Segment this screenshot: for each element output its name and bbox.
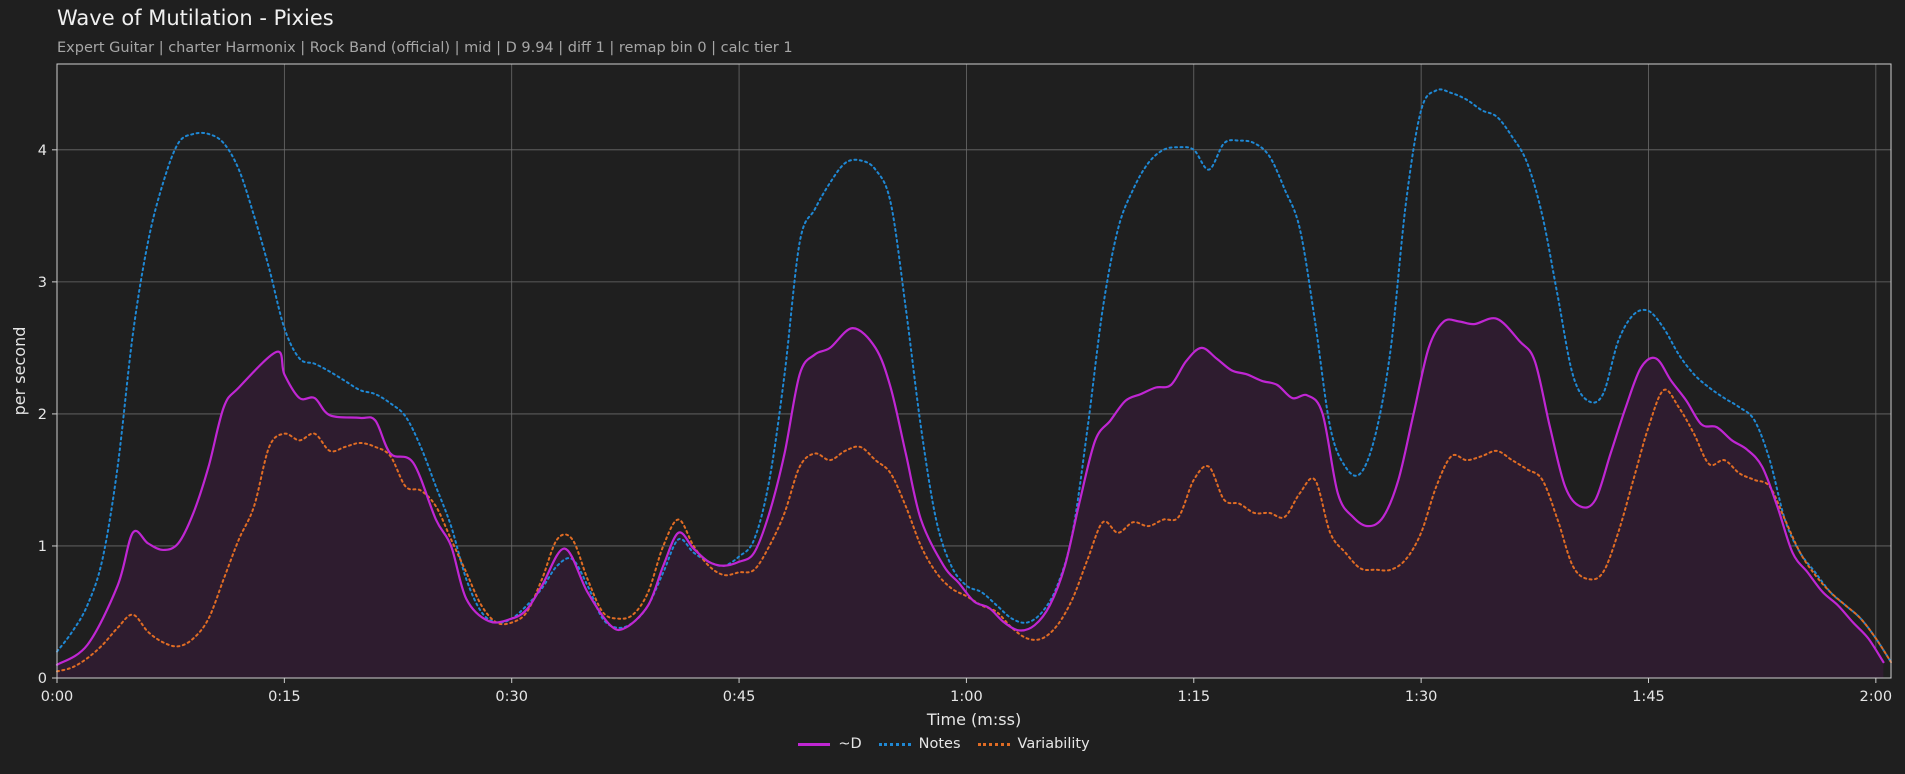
legend: ~D Notes Variability bbox=[0, 736, 1905, 752]
y-tick-label: 4 bbox=[38, 143, 47, 159]
line-chart: 0:00 0:15 0:30 0:45 1:00 1:15 1:30 1:45 2:00 0 1 2… bbox=[10, 63, 1892, 729]
x-tick-label: 1:00 bbox=[950, 689, 983, 705]
y-tick-label: 3 bbox=[38, 275, 47, 291]
x-tick-label: 1:45 bbox=[1632, 689, 1665, 705]
x-tick-label: 0:00 bbox=[41, 689, 74, 705]
x-tick-label: 0:30 bbox=[495, 689, 528, 705]
y-axis-label: per second bbox=[10, 327, 29, 416]
y-tick-label: 2 bbox=[38, 407, 47, 423]
legend-swatch bbox=[977, 742, 1010, 746]
x-tick-label: 2:00 bbox=[1860, 689, 1893, 705]
legend-item: Notes bbox=[878, 736, 961, 752]
x-tick-label: 0:15 bbox=[268, 689, 301, 705]
legend-label: ~D bbox=[838, 736, 862, 752]
legend-swatch bbox=[878, 742, 911, 746]
legend-label: Notes bbox=[918, 736, 961, 752]
y-tick-label: 1 bbox=[38, 539, 47, 555]
legend-item: ~D bbox=[798, 736, 862, 752]
x-tick-label: 0:45 bbox=[723, 689, 756, 705]
legend-item: Variability bbox=[977, 736, 1090, 752]
y-tick-label: 0 bbox=[38, 671, 47, 687]
legend-swatch bbox=[798, 742, 831, 746]
x-axis-ticks: 0:00 0:15 0:30 0:45 1:00 1:15 1:30 1:45 2:00 bbox=[41, 678, 1892, 705]
y-axis-ticks: 0 1 2 3 4 bbox=[38, 143, 57, 687]
x-tick-label: 1:30 bbox=[1405, 689, 1438, 705]
x-axis-label: Time (m:ss) bbox=[926, 710, 1021, 729]
legend-label: Variability bbox=[1017, 736, 1090, 752]
x-tick-label: 1:15 bbox=[1177, 689, 1210, 705]
